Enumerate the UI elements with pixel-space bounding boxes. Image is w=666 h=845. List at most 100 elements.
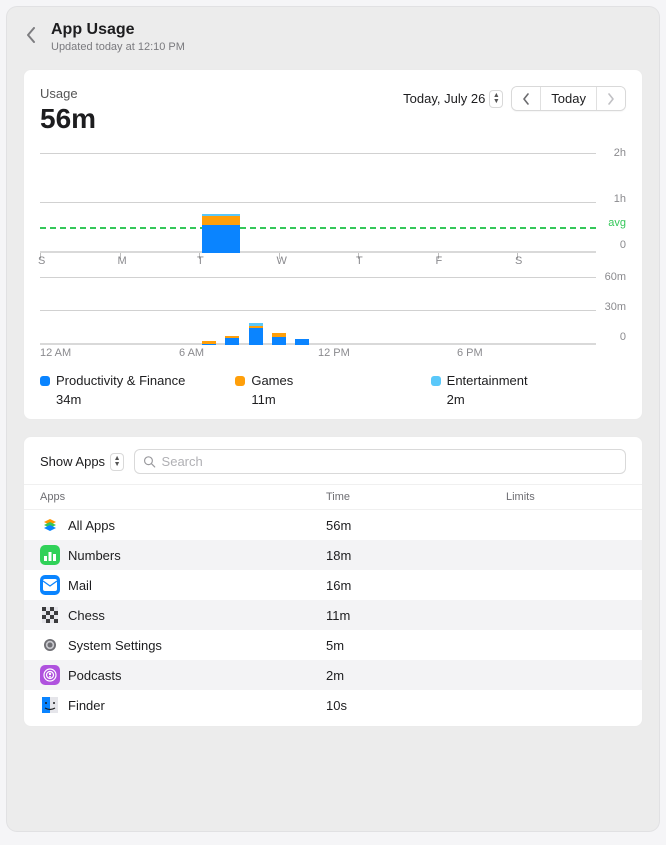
ylabel-2h: 2h [614, 147, 626, 159]
app-time: 10s [326, 698, 506, 713]
podcasts-icon [40, 665, 60, 685]
updown-icon: ▲▼ [489, 90, 503, 108]
usage-summary: Usage 56m [40, 86, 96, 135]
legend-item-games: Games 11m [235, 373, 430, 407]
col-time[interactable]: Time [326, 491, 506, 503]
app-cell: Numbers [40, 545, 326, 565]
day-bar-11am [295, 339, 309, 345]
ylabel-avg: avg [608, 217, 626, 229]
app-name: Finder [68, 698, 105, 713]
dylabel-60: 60m [605, 271, 626, 283]
table-row[interactable]: All Apps56m [24, 510, 642, 540]
page-title: App Usage [51, 21, 185, 39]
legend: Productivity & Finance 34m Games 11m Ent… [40, 373, 626, 407]
week-chart: 2h 1h avg 0 S M T W [40, 153, 626, 271]
day-chart: 60m 30m 0 [40, 277, 626, 363]
page-subtitle: Updated today at 12:10 PM [51, 41, 185, 53]
app-time: 11m [326, 608, 506, 623]
search-input[interactable] [162, 454, 617, 469]
app-cell: Podcasts [40, 665, 326, 685]
prev-button[interactable] [512, 87, 540, 110]
show-apps-select[interactable]: Show Apps ▲▼ [40, 453, 124, 471]
app-name: Chess [68, 608, 105, 623]
dx-6pm: 6 PM [457, 347, 483, 359]
app-cell: Mail [40, 575, 326, 595]
usage-card: Usage 56m Today, July 26 ▲▼ Today [23, 69, 643, 420]
week-x-labels: S M T W T F S [40, 255, 596, 271]
screen-time-window: App Usage Updated today at 12:10 PM Usag… [7, 7, 659, 831]
table-row[interactable]: Finder 10s [24, 690, 642, 720]
table-row[interactable]: System Settings 5m [24, 630, 642, 660]
today-button[interactable]: Today [540, 87, 596, 110]
col-limits[interactable]: Limits [506, 491, 626, 503]
table-row[interactable]: Chess 11m [24, 600, 642, 630]
date-nav-segment: Today [511, 86, 626, 111]
next-button[interactable] [596, 87, 625, 110]
dylabel-0: 0 [620, 331, 626, 343]
legend-label-games: Games [251, 373, 293, 388]
layers-icon [40, 515, 60, 535]
wk-t2: T [356, 255, 363, 267]
app-name: Numbers [68, 548, 121, 563]
dx-6am: 6 AM [179, 347, 204, 359]
legend-value-ent: 2m [447, 392, 626, 407]
app-time: 16m [326, 578, 506, 593]
table-header: Apps Time Limits [24, 484, 642, 510]
dx-12pm: 12 PM [318, 347, 350, 359]
swatch-games [235, 376, 245, 386]
week-bar-tuesday [202, 214, 240, 253]
legend-label-ent: Entertainment [447, 373, 528, 388]
day-bar-7am [202, 341, 216, 345]
app-time: 2m [326, 668, 506, 683]
ylabel-1h: 1h [614, 193, 626, 205]
updown-icon: ▲▼ [110, 453, 124, 471]
legend-value-games: 11m [251, 392, 430, 407]
col-apps[interactable]: Apps [40, 491, 326, 503]
app-name: Mail [68, 578, 92, 593]
search-field[interactable] [134, 449, 626, 474]
app-rows: All Apps56mNumbers18m Mail 16m Chess 11m Syst… [24, 510, 642, 720]
header: App Usage Updated today at 12:10 PM [7, 7, 659, 69]
table-row[interactable]: Podcasts 2m [24, 660, 642, 690]
apps-card: Show Apps ▲▼ Apps Time Limits All Apps56… [23, 436, 643, 727]
mail-icon [40, 575, 60, 595]
legend-label-prod: Productivity & Finance [56, 373, 185, 388]
wk-t1: T [197, 255, 204, 267]
table-row[interactable]: Numbers18m [24, 540, 642, 570]
date-label: Today, July 26 [403, 91, 485, 106]
header-titles: App Usage Updated today at 12:10 PM [51, 21, 185, 53]
app-cell: System Settings [40, 635, 326, 655]
day-bar-8am [225, 336, 239, 345]
apps-header: Show Apps ▲▼ [24, 449, 642, 484]
day-y-labels: 60m 30m 0 [598, 271, 626, 363]
usage-label: Usage [40, 86, 96, 101]
back-button[interactable] [23, 23, 39, 47]
app-time: 5m [326, 638, 506, 653]
finder-icon [40, 695, 60, 715]
usage-top-row: Usage 56m Today, July 26 ▲▼ Today [40, 86, 626, 135]
dylabel-30: 30m [605, 301, 626, 313]
legend-value-prod: 34m [56, 392, 235, 407]
search-icon [143, 455, 156, 468]
app-cell: Chess [40, 605, 326, 625]
day-x-labels: 12 AM 6 AM 12 PM 6 PM [40, 347, 596, 363]
app-name: System Settings [68, 638, 162, 653]
ylabel-0: 0 [620, 239, 626, 251]
day-bar-10am [272, 333, 286, 345]
dx-12am: 12 AM [40, 347, 71, 359]
usage-controls: Today, July 26 ▲▼ Today [403, 86, 626, 111]
day-bars [40, 277, 596, 345]
app-name: Podcasts [68, 668, 121, 683]
bar-seg-games [202, 216, 240, 225]
app-cell: Finder [40, 695, 326, 715]
table-row[interactable]: Mail 16m [24, 570, 642, 600]
date-select[interactable]: Today, July 26 ▲▼ [403, 88, 503, 110]
day-bar-9am [249, 323, 263, 345]
chess-icon [40, 605, 60, 625]
wk-f: F [436, 255, 443, 267]
swatch-prod [40, 376, 50, 386]
week-bars [40, 153, 596, 253]
swatch-ent [431, 376, 441, 386]
app-cell: All Apps [40, 515, 326, 535]
week-y-labels: 2h 1h avg 0 [598, 147, 626, 271]
